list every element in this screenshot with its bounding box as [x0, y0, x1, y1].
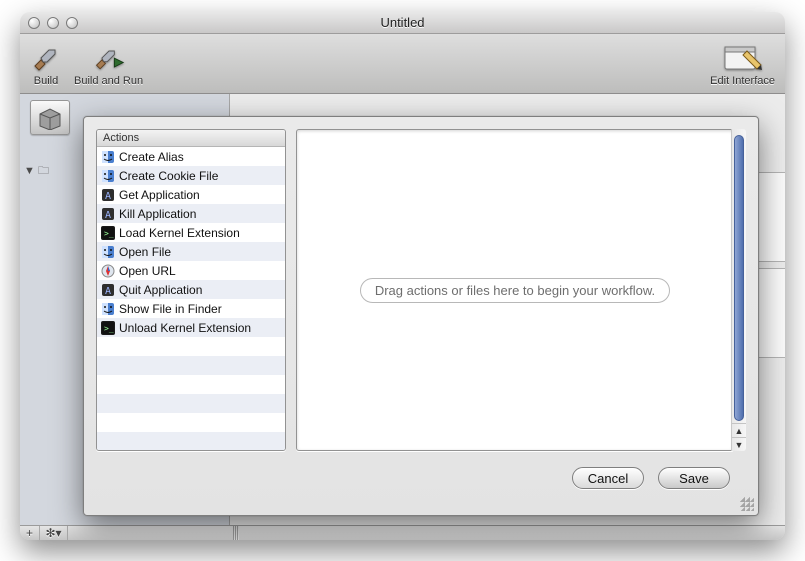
build-button[interactable]: Build [30, 43, 62, 87]
finder-icon [101, 245, 115, 259]
build-label: Build [34, 75, 58, 87]
term-icon: >_ [101, 226, 115, 240]
resize-grip-icon[interactable] [740, 497, 754, 511]
action-item[interactable]: Create Cookie File [97, 166, 285, 185]
actions-list[interactable]: Create Alias Create Cookie File A Get Appli… [97, 147, 285, 451]
action-item[interactable]: >_ Load Kernel Extension [97, 223, 285, 242]
action-item-empty [97, 337, 285, 356]
build-run-label: Build and Run [74, 75, 143, 87]
app-icon: A [101, 283, 115, 297]
window-controls [28, 17, 78, 29]
workflow-drop-area[interactable]: Drag actions or files here to begin your… [296, 129, 734, 451]
main-window: Untitled Build Build and Run [20, 12, 785, 540]
action-item[interactable]: A Quit Application [97, 280, 285, 299]
dialog-buttons: Cancel Save [572, 467, 730, 489]
action-item-label: Quit Application [119, 283, 202, 297]
action-item-empty [97, 356, 285, 375]
drop-hint: Drag actions or files here to begin your… [360, 278, 670, 303]
term-icon: >_ [101, 321, 115, 335]
action-item[interactable]: A Get Application [97, 185, 285, 204]
disclosure-row[interactable]: ▼ 🗀 [24, 162, 49, 181]
save-button[interactable]: Save [658, 467, 730, 489]
disclosure-triangle-icon: ▼ [24, 165, 35, 177]
action-item-empty [97, 394, 285, 413]
add-button[interactable]: + [20, 526, 40, 540]
action-item-label: Unload Kernel Extension [119, 321, 251, 335]
action-item-label: Create Cookie File [119, 169, 218, 183]
action-item-label: Show File in Finder [119, 302, 222, 316]
close-window-button[interactable] [28, 17, 40, 29]
svg-text:A: A [105, 286, 111, 297]
package-icon[interactable] [30, 100, 70, 135]
finder-icon [101, 150, 115, 164]
action-item-label: Get Application [119, 188, 200, 202]
actions-panel-title: Actions [97, 130, 285, 147]
minimize-window-button[interactable] [47, 17, 59, 29]
svg-text:>_: >_ [104, 324, 114, 333]
action-item-empty [97, 413, 285, 432]
action-item[interactable]: Show File in Finder [97, 299, 285, 318]
titlebar: Untitled [20, 12, 785, 34]
edit-interface-button[interactable]: Edit Interface [710, 43, 775, 87]
action-item[interactable]: >_ Unload Kernel Extension [97, 318, 285, 337]
plus-icon: + [26, 526, 33, 540]
action-item-label: Open URL [119, 264, 176, 278]
hammer-play-icon [93, 43, 125, 75]
action-item[interactable]: Open URL [97, 261, 285, 280]
bottom-toolbar: + ✻▾ [20, 525, 785, 540]
scroll-up-button[interactable]: ▲ [732, 423, 746, 437]
svg-text:>_: >_ [104, 229, 114, 238]
action-item-label: Create Alias [119, 150, 184, 164]
cancel-button[interactable]: Cancel [572, 467, 644, 489]
action-item[interactable]: A Kill Application [97, 204, 285, 223]
scrollbar[interactable]: ▲ ▼ [731, 129, 746, 451]
scrollbar-thumb[interactable] [734, 135, 744, 421]
safari-icon [101, 264, 115, 278]
scroll-down-button[interactable]: ▼ [732, 437, 746, 451]
action-item-label: Load Kernel Extension [119, 226, 240, 240]
action-item-label: Kill Application [119, 207, 196, 221]
folder-mini-icon: 🗀 [38, 165, 49, 177]
action-item-label: Open File [119, 245, 171, 259]
action-item[interactable]: Open File [97, 242, 285, 261]
svg-text:A: A [105, 210, 111, 221]
gear-icon: ✻▾ [45, 526, 61, 540]
action-item-empty [97, 432, 285, 451]
action-sheet-dialog: Actions Create AliasCreate Cookie FileAG… [83, 116, 759, 516]
finder-icon [101, 169, 115, 183]
hammer-icon [30, 43, 62, 75]
svg-text:A: A [105, 191, 111, 202]
window-title: Untitled [20, 15, 785, 30]
finder-icon [101, 302, 115, 316]
split-handle[interactable] [233, 526, 239, 541]
app-icon: A [101, 207, 115, 221]
window-pencil-icon [723, 43, 763, 75]
zoom-window-button[interactable] [66, 17, 78, 29]
actions-panel: Actions Create AliasCreate Cookie FileAG… [96, 129, 286, 451]
app-icon: A [101, 188, 115, 202]
build-and-run-button[interactable]: Build and Run [74, 43, 143, 87]
action-item[interactable]: Create Alias [97, 147, 285, 166]
toolbar: Build Build and Run Ed [20, 34, 785, 94]
action-menu-button[interactable]: ✻▾ [40, 526, 68, 540]
action-item-empty [97, 375, 285, 394]
edit-interface-label: Edit Interface [710, 75, 775, 87]
